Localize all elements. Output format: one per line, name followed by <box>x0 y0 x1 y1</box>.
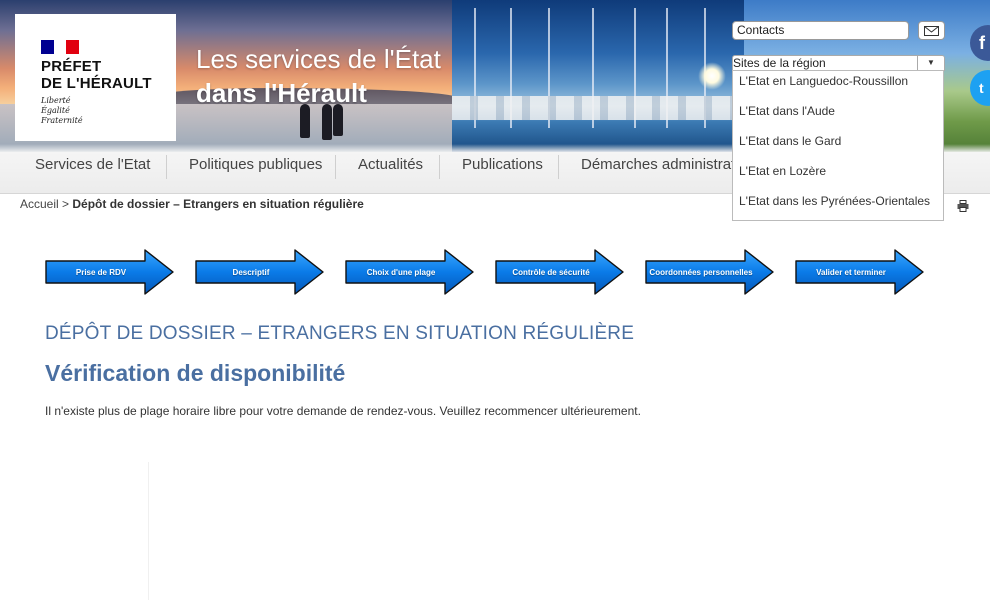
mail-button[interactable] <box>918 21 945 40</box>
breadcrumb: Accueil > Dépôt de dossier – Etrangers e… <box>20 197 364 211</box>
step-label: Coordonnées personnelles <box>649 267 753 277</box>
logo-text-line1: PRÉFET <box>41 58 102 75</box>
nav-item-politiques[interactable]: Politiques publiques <box>189 154 322 178</box>
section-heading: Vérification de disponibilité <box>45 360 346 386</box>
logo-motto-1: Liberté <box>41 96 71 105</box>
logo-text-line2: DE L'HÉRAULT <box>41 75 152 92</box>
step-3: Choix d'une plage <box>345 249 475 295</box>
site-title[interactable]: Les services de l'État dans l'Hérault <box>196 42 441 110</box>
nav-item-demarches[interactable]: Démarches administrat <box>581 154 735 178</box>
harbor-photo <box>452 0 744 152</box>
region-option[interactable]: L'Etat dans les Pyrénées-Orientales <box>733 191 943 221</box>
site-title-line1: Les services de l'État <box>196 44 441 74</box>
breadcrumb-current: Dépôt de dossier – Etrangers en situatio… <box>72 197 364 211</box>
logo-motto-3: Fraternité <box>41 116 83 125</box>
region-option[interactable]: L'Etat en Languedoc-Roussillon <box>733 71 943 101</box>
region-option[interactable]: L'Etat dans l'Aude <box>733 101 943 131</box>
nav-item-services[interactable]: Services de l'Etat <box>35 154 150 178</box>
nav-item-actualites[interactable]: Actualités <box>358 154 423 178</box>
region-sites-list[interactable]: L'Etat en Languedoc-Roussillon L'Etat da… <box>732 70 944 221</box>
region-option[interactable]: L'Etat dans le Gard <box>733 131 943 161</box>
page-heading: DÉPÔT DE DOSSIER – ETRANGERS EN SITUATIO… <box>45 323 635 344</box>
availability-message: Il n'existe plus de plage horaire libre … <box>45 404 641 418</box>
step-label: Prise de RDV <box>75 267 127 277</box>
step-label: Choix d'une plage <box>366 267 436 277</box>
breadcrumb-home-link[interactable]: Accueil <box>20 197 59 211</box>
breadcrumb-separator: > <box>62 197 70 211</box>
dropdown-arrow-icon[interactable]: ▼ <box>917 56 944 70</box>
print-icon[interactable] <box>957 199 969 212</box>
step-label: Descriptif <box>232 267 270 277</box>
contacts-link[interactable]: Contacts <box>732 21 909 40</box>
marianne-flag-icon <box>41 40 80 54</box>
step-4: Contrôle de sécurité <box>495 249 625 295</box>
step-5: Coordonnées personnelles <box>645 249 775 295</box>
prefecture-logo[interactable]: PRÉFET DE L'HÉRAULT Liberté Égalité Frat… <box>15 14 176 141</box>
region-select-value: Sites de la région <box>733 56 826 70</box>
site-title-line2: dans l'Hérault <box>196 78 367 108</box>
step-label: Contrôle de sécurité <box>512 267 590 277</box>
mail-icon <box>924 25 939 36</box>
step-6: Valider et terminer <box>795 249 925 295</box>
step-2: Descriptif <box>195 249 325 295</box>
content-divider <box>148 462 149 600</box>
nav-item-publications[interactable]: Publications <box>462 154 543 178</box>
logo-motto-2: Égalité <box>41 106 70 115</box>
region-sites-select[interactable]: Sites de la région ▼ <box>732 55 945 71</box>
region-option[interactable]: L'Etat en Lozère <box>733 161 943 191</box>
step-1: Prise de RDV <box>45 249 175 295</box>
step-label: Valider et terminer <box>816 267 886 277</box>
